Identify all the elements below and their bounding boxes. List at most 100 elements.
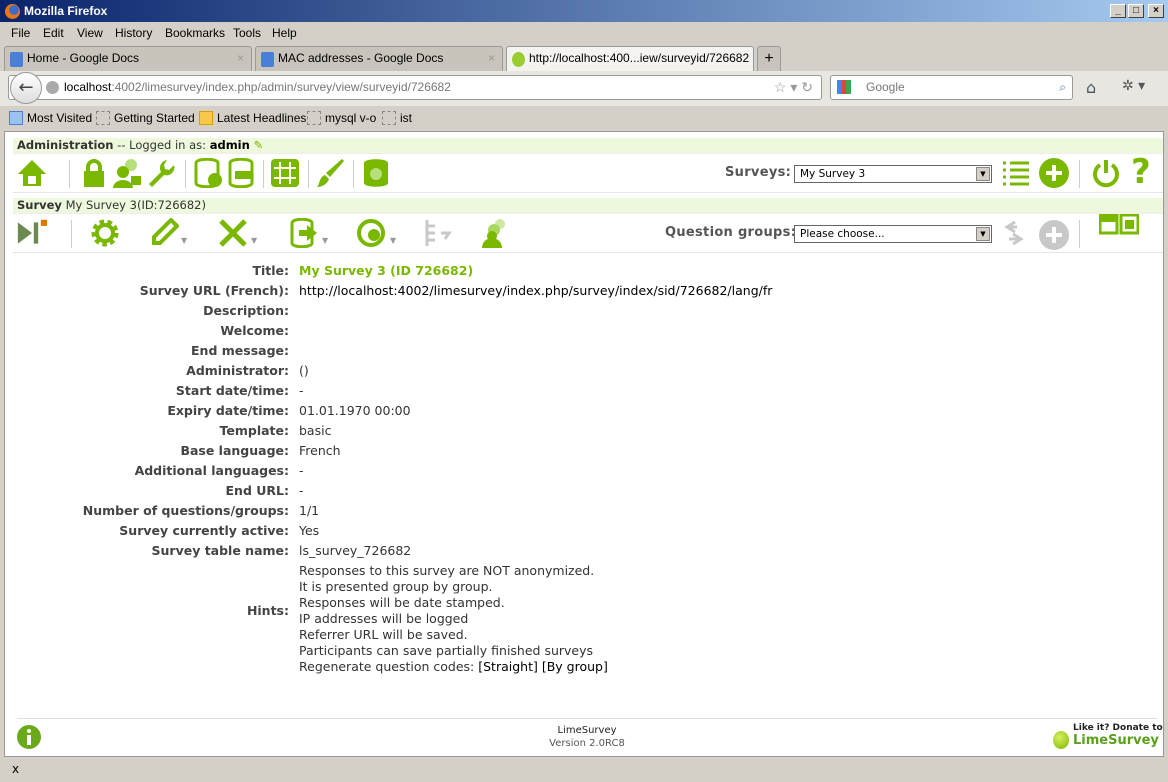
brush-icon[interactable] bbox=[315, 158, 345, 188]
new-tab-button[interactable]: + bbox=[757, 46, 781, 71]
detail-row: End message: bbox=[5, 341, 1155, 361]
edit-pencil-icon[interactable]: ✎ bbox=[253, 138, 263, 152]
menu-edit[interactable]: Edit bbox=[43, 26, 64, 40]
bookmark-latest-headlines[interactable]: Latest Headlines bbox=[199, 110, 306, 126]
menu-history[interactable]: History bbox=[115, 26, 152, 40]
tab-limesurvey[interactable]: http://localhost:400...iew/surveyid/7266… bbox=[506, 46, 754, 72]
window-title: Mozilla Firefox bbox=[24, 4, 108, 18]
detail-label: Welcome: bbox=[220, 323, 289, 338]
help-icon[interactable]: ? bbox=[1131, 152, 1151, 192]
surveys-select[interactable]: My Survey 3 ▼ bbox=[794, 165, 992, 183]
logout-power-icon[interactable] bbox=[1091, 158, 1121, 188]
detail-label: Survey table name: bbox=[151, 543, 290, 558]
detail-label: Template: bbox=[219, 423, 290, 438]
settings-gear-icon[interactable] bbox=[90, 218, 120, 248]
question-groups-select[interactable]: Please choose... ▼ bbox=[794, 225, 992, 243]
bookmark-getting-started[interactable]: Getting Started bbox=[96, 110, 195, 126]
magnifier-icon[interactable]: ⌕ bbox=[1059, 76, 1066, 99]
tab-home-google-docs[interactable]: Home - Google Docs × bbox=[4, 46, 252, 71]
detail-value: ls_survey_726682 bbox=[299, 543, 412, 558]
bookmark-most-visited[interactable]: Most Visited bbox=[9, 110, 92, 126]
close-tab-icon[interactable]: × bbox=[488, 47, 495, 70]
star-icon[interactable]: ☆ ▾ ↻ bbox=[774, 76, 813, 99]
detail-row: Survey currently active: Yes bbox=[5, 521, 1155, 541]
menu-view[interactable]: View bbox=[77, 26, 103, 40]
close-button[interactable]: × bbox=[1148, 4, 1164, 18]
close-findbar-button[interactable]: x bbox=[12, 762, 19, 776]
toggle-layout-icon[interactable] bbox=[1099, 214, 1139, 236]
list-icon[interactable] bbox=[1001, 158, 1031, 188]
regenerate-by-group-link[interactable]: [By group] bbox=[542, 659, 608, 674]
chevron-down-icon: ▼ bbox=[976, 227, 990, 241]
detail-row: End URL: - bbox=[5, 481, 1155, 501]
separator bbox=[308, 160, 309, 188]
tab-label: http://localhost:400...iew/surveyid/7266… bbox=[529, 51, 750, 65]
add-survey-icon[interactable] bbox=[1039, 158, 1069, 188]
rss-icon bbox=[199, 111, 213, 125]
export-icon[interactable] bbox=[289, 218, 319, 248]
database-check-icon[interactable] bbox=[193, 158, 223, 188]
home-icon[interactable] bbox=[17, 158, 47, 188]
maximize-button[interactable]: □ bbox=[1128, 4, 1144, 18]
bookmark-label: Getting Started bbox=[114, 111, 195, 125]
close-tab-icon[interactable]: × bbox=[237, 47, 244, 70]
separator bbox=[1079, 160, 1080, 188]
lime-logo-icon bbox=[1053, 731, 1069, 749]
home-button[interactable]: ⌂ bbox=[1086, 78, 1096, 97]
dropdown-arrow-icon[interactable]: ▼ bbox=[181, 236, 187, 245]
responses-icon[interactable] bbox=[356, 218, 386, 248]
minimize-button[interactable]: _ bbox=[1110, 4, 1126, 18]
tab-mac-addresses[interactable]: MAC addresses - Google Docs × bbox=[255, 46, 503, 71]
separator bbox=[1079, 220, 1080, 248]
activate-icon[interactable] bbox=[17, 218, 47, 248]
database-users-icon[interactable] bbox=[361, 158, 391, 188]
dropdown-arrow-icon[interactable]: ▼ bbox=[390, 236, 396, 245]
donate-link[interactable]: Like it? Donate to LimeSurvey bbox=[1053, 723, 1163, 751]
tools-icon[interactable] bbox=[218, 218, 248, 248]
dropdown-arrow-icon[interactable]: ▼ bbox=[322, 236, 328, 245]
url-bar[interactable]: localhost:4002/limesurvey/index.php/admi… bbox=[8, 75, 822, 100]
bookmark-ist[interactable]: ist bbox=[382, 110, 412, 126]
detail-label: Survey URL (French): bbox=[139, 283, 289, 298]
bookmark-label: mysql v-o bbox=[325, 111, 377, 125]
google-icon bbox=[837, 80, 851, 94]
back-button[interactable]: ← bbox=[10, 72, 42, 104]
addon-icon[interactable]: ✲ ▾ bbox=[1122, 78, 1145, 94]
detail-label: Title: bbox=[252, 263, 289, 278]
detail-label: End message: bbox=[191, 343, 289, 358]
status-bar: x bbox=[0, 758, 1168, 782]
wrench-icon[interactable] bbox=[147, 158, 177, 188]
detail-label: Base language: bbox=[180, 443, 289, 458]
url-host: localhost bbox=[64, 80, 112, 94]
participants-icon[interactable] bbox=[480, 218, 510, 248]
detail-label: Administrator: bbox=[186, 363, 289, 378]
docs-icon bbox=[261, 52, 274, 67]
menu-tools[interactable]: Tools bbox=[233, 26, 261, 40]
edit-pencil-menu-icon[interactable] bbox=[149, 218, 179, 248]
tab-label: Home - Google Docs bbox=[27, 51, 140, 65]
separator bbox=[69, 160, 70, 188]
hints-label: Hints: bbox=[246, 603, 289, 618]
survey-url-link[interactable]: http://localhost:4002/limesurvey/index.p… bbox=[299, 281, 772, 301]
footer-version: Version 2.0RC8 bbox=[549, 738, 625, 749]
footer: LimeSurvey Version 2.0RC8 Like it? Donat… bbox=[17, 718, 1163, 754]
separator bbox=[353, 160, 354, 188]
menu-help[interactable]: Help bbox=[272, 26, 297, 40]
user-lock-icon[interactable] bbox=[113, 158, 143, 188]
database-sql-icon[interactable] bbox=[227, 158, 257, 188]
bookmark-label: ist bbox=[400, 111, 412, 125]
add-group-icon bbox=[1039, 220, 1069, 250]
detail-label: Survey currently active: bbox=[119, 523, 289, 538]
dropdown-arrow-icon[interactable]: ▼ bbox=[251, 236, 257, 245]
menu-bookmarks[interactable]: Bookmarks bbox=[165, 26, 225, 40]
lock-icon[interactable] bbox=[79, 158, 109, 188]
menu-file[interactable]: File bbox=[11, 26, 30, 40]
search-input[interactable]: Google ⌕ bbox=[830, 75, 1073, 100]
detail-row: Administrator: () bbox=[5, 361, 1155, 381]
surveys-label: Surveys: bbox=[725, 165, 792, 180]
lime-icon bbox=[512, 52, 525, 67]
regenerate-straight-link[interactable]: [Straight] bbox=[478, 659, 538, 674]
grid-icon[interactable] bbox=[270, 158, 300, 188]
bookmark-mysql[interactable]: mysql v-o bbox=[307, 110, 376, 126]
hint-line: Responses will be date stamped. bbox=[299, 595, 505, 610]
